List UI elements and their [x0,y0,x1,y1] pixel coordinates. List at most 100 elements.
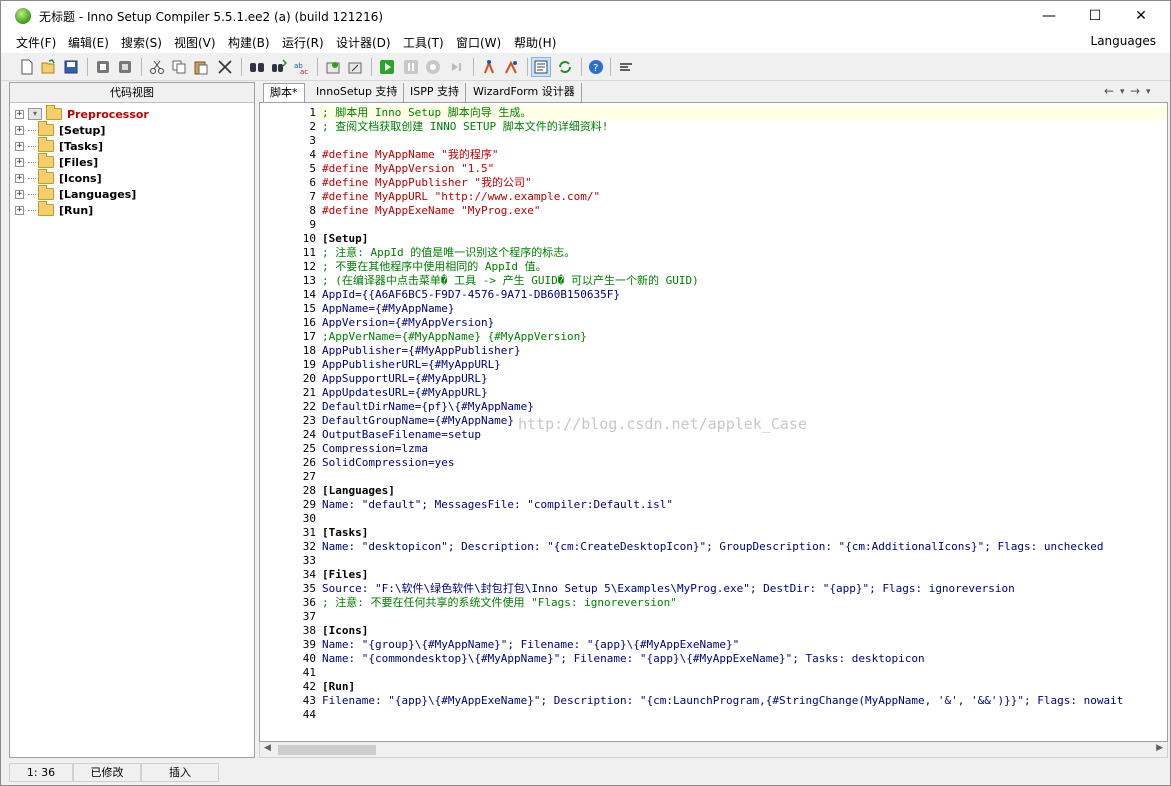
line-number: 43 [302,694,316,707]
minimize-icon: — [1042,8,1056,24]
tree-connector [28,209,36,211]
tab-wizardform-designer[interactable]: WizardForm 设计器 [467,83,582,102]
expand-icon[interactable]: + [15,141,24,151]
close-button[interactable]: ✕ [1118,1,1164,31]
line-number: 26 [302,456,316,469]
refresh-icon [559,61,571,73]
wizard-button[interactable] [323,57,343,77]
expand-icon[interactable]: + [15,109,24,119]
forward-arrow-icon[interactable]: → [1130,84,1140,98]
menu-run[interactable]: 运行(R) [282,34,324,51]
code-line: Compression=lzma [322,442,428,455]
replace-button[interactable]: ab ac [291,57,311,77]
cut-button[interactable] [147,57,167,77]
menu-languages[interactable]: Languages [1091,34,1156,48]
copy-button[interactable] [169,57,189,77]
save-button[interactable] [61,57,81,77]
code-line: AppVersion={#MyAppVersion} [322,316,495,329]
step-button[interactable] [447,57,467,77]
tree-item[interactable]: + ▾ Preprocessor [15,105,149,122]
form-designer-button[interactable] [501,57,521,77]
tree-item-label: [Setup] [59,123,106,137]
code-line: AppPublisher={#MyAppPublisher} [322,344,521,357]
menu-search[interactable]: 搜索(S) [121,34,162,51]
tree-item[interactable]: + [Languages] [15,185,136,202]
menu-tools[interactable]: 工具(T) [403,34,444,51]
folder-icon [38,169,54,184]
line-number: 15 [302,302,316,315]
paste-button[interactable] [191,57,211,77]
line-number: 10 [302,232,316,245]
refresh-button[interactable] [555,57,575,77]
folder-icon [38,121,54,136]
menu-view[interactable]: 视图(V) [174,34,216,51]
line-number: 14 [302,288,316,301]
code-view-button[interactable] [531,57,551,77]
line-number: 37 [302,610,316,623]
line-number: 8 [309,204,316,217]
new-file-button[interactable] [17,57,37,77]
stop-button[interactable] [423,57,443,77]
expand-icon[interactable]: + [15,205,24,215]
tab-ispp-support[interactable]: ISPP 支持 [404,83,466,102]
menu-designer[interactable]: 设计器(D) [336,34,391,51]
line-number: 17 [302,330,316,343]
app-icon [15,8,31,24]
tree-item[interactable]: + [Icons] [15,169,102,186]
code-line: DefaultDirName={pf}\{#MyAppName} [322,400,534,413]
nav-buttons: ← ▾ → ▾ [1098,84,1168,100]
options-button[interactable] [616,57,636,77]
scrollbar-thumb[interactable] [278,745,376,755]
menu-build[interactable]: 构建(B) [228,34,270,51]
line-number: 36 [302,596,316,609]
dropdown-icon[interactable]: ▾ [28,108,42,120]
tab-innosetup-support[interactable]: InnoSetup 支持 [310,83,405,102]
expand-icon[interactable]: + [15,157,24,167]
find-button[interactable] [247,57,267,77]
line-number: 23 [302,414,316,427]
menu-window[interactable]: 窗口(W) [456,34,501,51]
expand-icon[interactable]: + [15,125,24,135]
delete-button[interactable] [215,57,235,77]
line-number: 27 [302,470,316,483]
folder-icon [38,153,54,168]
new-file-icon [21,59,33,75]
stop-compile-button[interactable] [115,57,135,77]
compile-button[interactable] [93,57,113,77]
tree-item[interactable]: + [Run] [15,201,93,218]
line-number: 2 [309,120,316,133]
horizontal-scrollbar[interactable]: ◀ ▶ [259,742,1168,758]
find-next-button[interactable] [269,57,289,77]
tree-item-label: Preprocessor [67,107,149,121]
forward-dropdown-icon[interactable]: ▾ [1146,87,1151,97]
designer-button[interactable] [479,57,499,77]
tree-connector [28,193,36,195]
menu-edit[interactable]: 编辑(E) [68,34,109,51]
tree-item-label: [Icons] [59,171,102,185]
minimize-button[interactable]: — [1026,1,1072,31]
line-number: 24 [302,428,316,441]
open-button[interactable] [39,57,59,77]
tab-script[interactable]: 脚本* [263,83,305,102]
expand-icon[interactable]: + [15,173,24,183]
code-editor[interactable]: 1 2 3 4 5 6 7 8 9 10 11 12 13 14 15 16 17 18 19 20 21 22 23 24 2… [259,102,1168,742]
line-number-gutter: 1 2 3 4 5 6 7 8 9 10 11 12 13 14 15 16 17 18 19 20 21 22 23 24 2… [260,103,318,741]
run-button[interactable] [377,57,397,77]
menu-file[interactable]: 文件(F) [16,34,56,51]
maximize-button[interactable]: ☐ [1072,1,1118,31]
back-arrow-icon[interactable]: ← [1104,84,1114,98]
pause-button[interactable] [401,57,421,77]
help-button[interactable]: ? [586,57,606,77]
scroll-left-icon[interactable]: ◀ [264,743,271,753]
code-line: SolidCompression=yes [322,456,455,469]
menu-help[interactable]: 帮助(H) [514,34,556,51]
tree-item[interactable]: + [Files] [15,153,98,170]
back-dropdown-icon[interactable]: ▾ [1120,87,1125,97]
find-icon [250,63,264,72]
line-number: 28 [302,484,316,497]
tree-item[interactable]: + [Tasks] [15,137,103,154]
expand-icon[interactable]: + [15,189,24,199]
scroll-right-icon[interactable]: ▶ [1156,743,1163,753]
wizard-edit-button[interactable] [345,57,365,77]
tree-item[interactable]: + [Setup] [15,121,106,138]
